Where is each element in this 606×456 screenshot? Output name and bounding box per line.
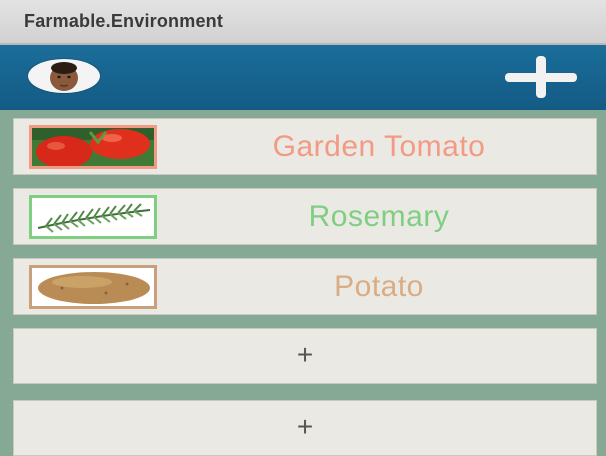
plant-name: Potato [334,270,424,303]
tomato-image [29,125,157,169]
plus-icon: + [296,339,314,370]
plant-card-garden-tomato[interactable]: Garden Tomato [13,118,597,175]
window-titlebar: Farmable.Environment [0,0,606,45]
avatar-face-icon [50,62,78,91]
empty-slot-add-button[interactable]: + [13,328,597,384]
action-bar [0,45,606,110]
plant-list: Garden Tomato Rosemary Potato + + [0,110,606,456]
plant-card-potato[interactable]: Potato [13,258,597,315]
plant-name: Rosemary [308,200,450,233]
add-plant-button[interactable] [505,56,577,98]
window-title: Farmable.Environment [24,11,224,31]
plus-icon-vertical [536,56,546,98]
empty-slot-add-button[interactable]: + [13,400,597,456]
rosemary-image [29,195,157,239]
plant-card-rosemary[interactable]: Rosemary [13,188,597,245]
user-avatar[interactable] [28,59,100,93]
potato-image [29,265,157,309]
plant-name: Garden Tomato [272,130,486,163]
